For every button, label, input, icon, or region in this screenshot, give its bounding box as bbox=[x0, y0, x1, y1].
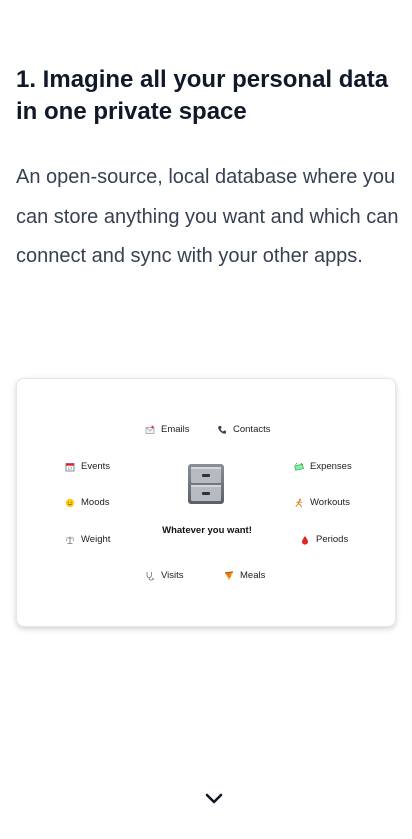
item-periods: Periods bbox=[300, 534, 348, 546]
item-workouts: Workouts bbox=[294, 497, 350, 509]
section-heading: 1. Imagine all your personal data in one… bbox=[16, 66, 389, 125]
drop-icon bbox=[300, 535, 310, 545]
item-events: 17 Events bbox=[65, 461, 110, 473]
item-expenses: Expenses bbox=[294, 461, 352, 473]
item-contacts: Contacts bbox=[217, 424, 271, 436]
item-emails: Emails bbox=[145, 424, 190, 436]
center-label: Whatever you want! bbox=[162, 525, 252, 536]
stethoscope-icon bbox=[145, 571, 155, 581]
item-meals: Meals bbox=[224, 570, 265, 582]
item-moods: Moods bbox=[65, 497, 110, 509]
running-icon bbox=[294, 498, 304, 508]
money-icon bbox=[294, 462, 304, 472]
item-visits: Visits bbox=[145, 570, 184, 582]
chevron-down-icon[interactable] bbox=[204, 792, 224, 806]
phone-icon bbox=[217, 425, 227, 435]
scale-icon bbox=[65, 535, 75, 545]
envelope-icon bbox=[145, 425, 155, 435]
smiley-icon bbox=[65, 498, 75, 508]
data-illustration-card: Emails Contacts 17 Events Expenses Moods… bbox=[16, 378, 396, 627]
calendar-icon: 17 bbox=[65, 462, 75, 472]
item-weight: Weight bbox=[65, 534, 110, 546]
file-cabinet-icon bbox=[187, 463, 225, 505]
pizza-icon bbox=[224, 571, 234, 581]
svg-text:17: 17 bbox=[68, 466, 73, 471]
section-description: An open-source, local database where you… bbox=[16, 166, 399, 267]
